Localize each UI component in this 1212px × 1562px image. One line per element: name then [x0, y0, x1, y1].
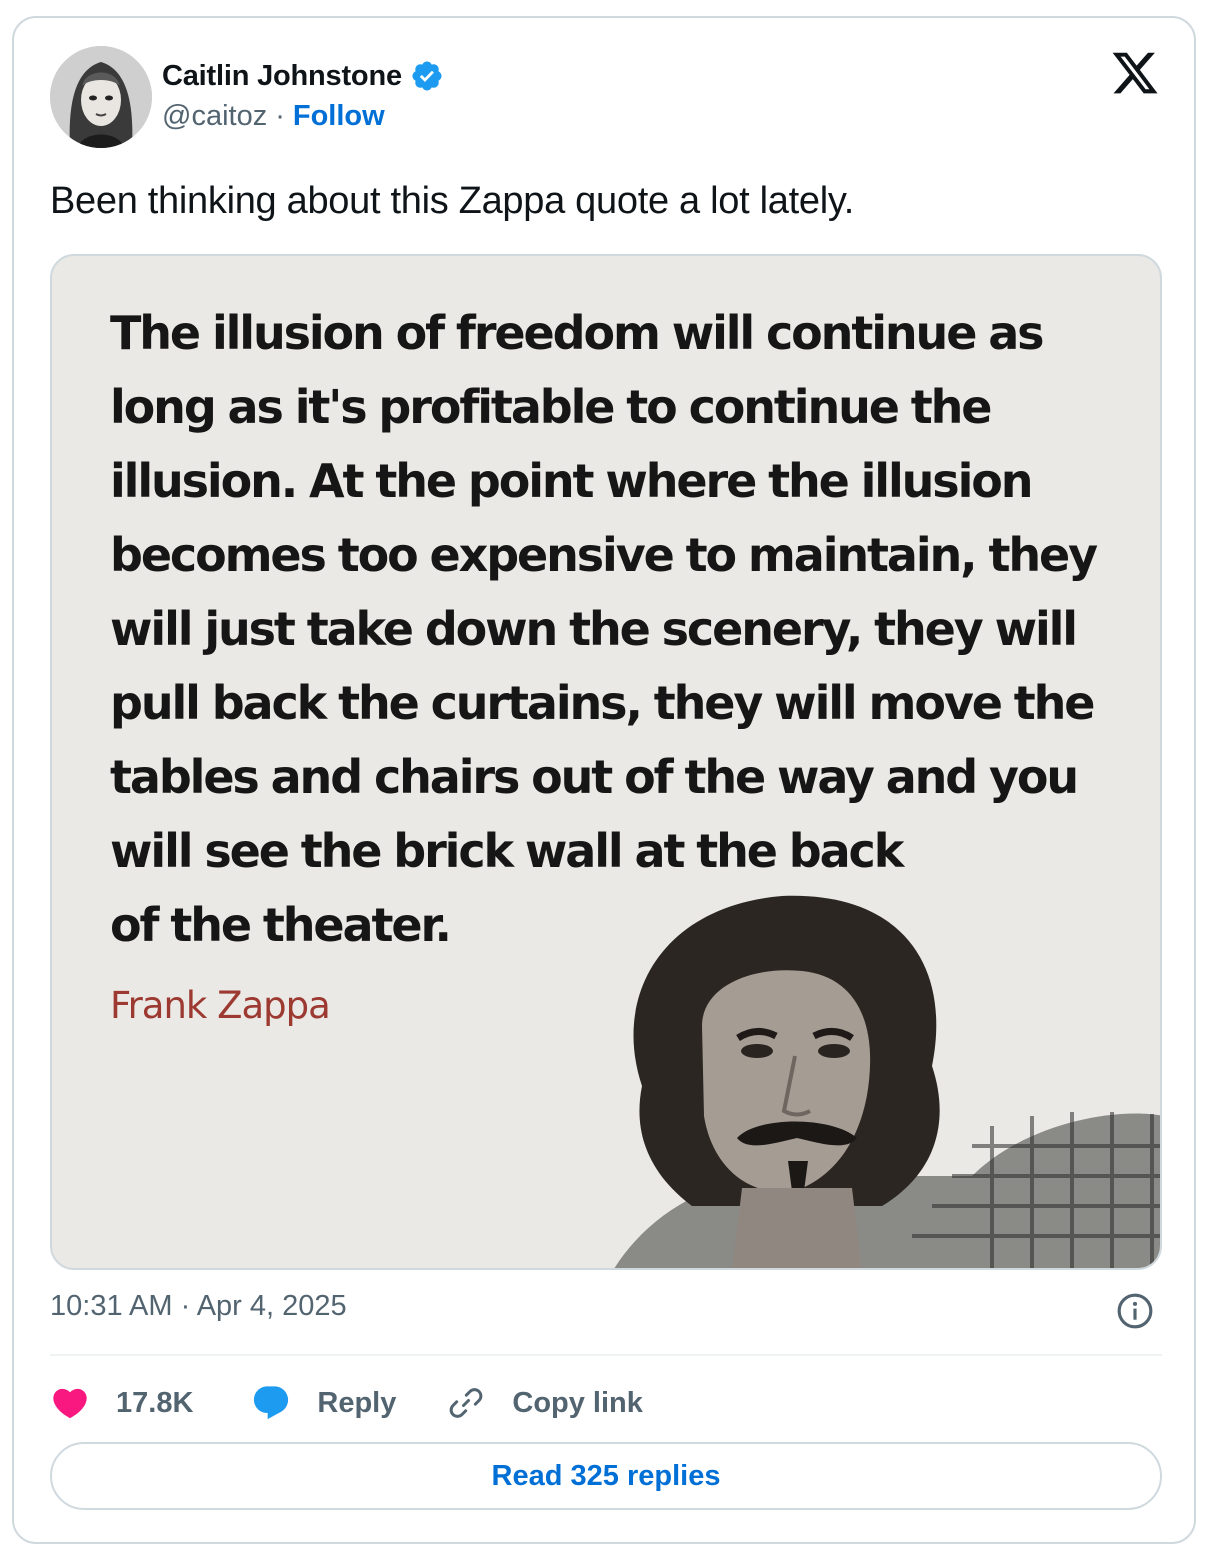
- x-logo-icon[interactable]: [1110, 48, 1160, 98]
- like-button[interactable]: 17.8K: [50, 1383, 193, 1423]
- read-replies-button[interactable]: Read 325 replies: [50, 1442, 1162, 1510]
- tweet-actions: 17.8K Reply Copy link: [50, 1378, 643, 1428]
- tweet-text: Been thinking about this Zappa quote a l…: [50, 180, 854, 222]
- copy-link-button[interactable]: Copy link: [446, 1383, 643, 1423]
- author-name-row: Caitlin Johnstone: [162, 56, 444, 96]
- quote-attribution: Frank Zappa: [110, 984, 331, 1027]
- like-count: 17.8K: [116, 1386, 194, 1419]
- link-icon: [450, 1388, 483, 1418]
- tweet-card: Caitlin Johnstone @caitoz · Follow Been …: [12, 16, 1196, 1544]
- copy-link-label: Copy link: [512, 1386, 643, 1419]
- tweet-timestamp[interactable]: 10:31 AM · Apr 4, 2025: [50, 1290, 347, 1323]
- handle-separator: ·: [275, 100, 285, 132]
- info-icon[interactable]: [1116, 1292, 1154, 1330]
- avatar[interactable]: [50, 46, 152, 148]
- quote-text: The illusion of freedom will continue as…: [110, 296, 1140, 962]
- quote-line: will just take down the scenery, they wi…: [110, 602, 1078, 656]
- avatar-portrait-illustration: [50, 46, 152, 148]
- tweet-media-image[interactable]: The illusion of freedom will continue as…: [50, 254, 1162, 1270]
- portrait-photo: [614, 895, 1160, 1268]
- quote-line: becomes too expensive to maintain, they: [110, 528, 1098, 582]
- quote-line: pull back the curtains, they will move t…: [110, 676, 1095, 730]
- quote-line: tables and chairs out of the way and you: [110, 750, 1079, 804]
- quote-line: long as it's profitable to continue the: [110, 380, 993, 434]
- quote-line: illusion. At the point where the illusio…: [110, 454, 1033, 508]
- author-handle[interactable]: @caitoz: [162, 100, 267, 133]
- author-handle-row: @caitoz · Follow: [162, 100, 385, 133]
- author-name[interactable]: Caitlin Johnstone: [162, 60, 402, 93]
- divider: [50, 1354, 1162, 1356]
- heart-icon: [53, 1388, 87, 1419]
- quote-line: The illusion of freedom will continue as: [110, 306, 1045, 360]
- follow-button[interactable]: Follow: [293, 100, 385, 133]
- verified-badge-icon: [410, 59, 444, 93]
- speech-bubble-icon: [254, 1386, 289, 1420]
- reply-button[interactable]: Reply: [251, 1383, 396, 1423]
- reply-label: Reply: [317, 1386, 397, 1419]
